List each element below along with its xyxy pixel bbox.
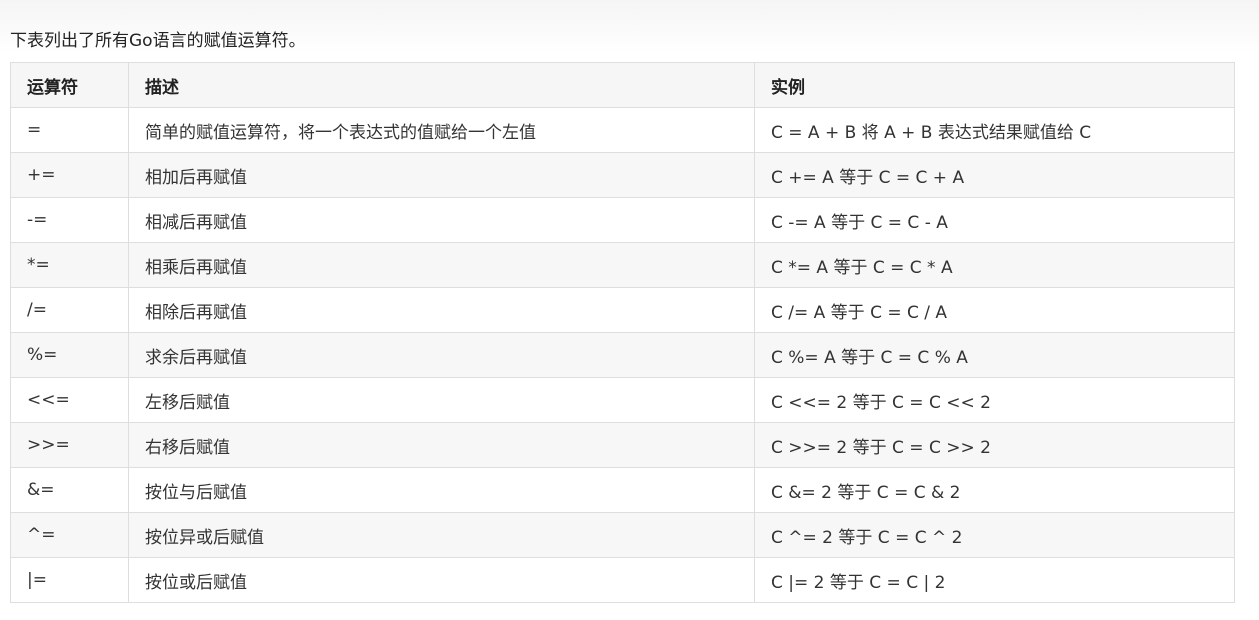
header-example: 实例: [754, 62, 1235, 108]
operator-cell: +=: [10, 152, 129, 198]
example-cell: C <<= 2 等于 C = C << 2: [754, 377, 1235, 423]
table-row: = 简单的赋值运算符，将一个表达式的值赋给一个左值 C = A + B 将 A …: [10, 107, 1235, 153]
operator-cell: *=: [10, 242, 129, 288]
description-cell: 相减后再赋值: [128, 197, 755, 243]
header-description: 描述: [128, 62, 755, 108]
example-cell: C ^= 2 等于 C = C ^ 2: [754, 512, 1235, 558]
table-row: += 相加后再赋值 C += A 等于 C = C + A: [10, 152, 1235, 198]
description-cell: 右移后赋值: [128, 422, 755, 468]
example-cell: C = A + B 将 A + B 表达式结果赋值给 C: [754, 107, 1235, 153]
operator-cell: &=: [10, 467, 129, 513]
table-row: &= 按位与后赋值 C &= 2 等于 C = C & 2: [10, 467, 1235, 513]
assignment-operators-table-container: 运算符 描述 实例 = 简单的赋值运算符，将一个表达式的值赋给一个左值 C = …: [10, 62, 1235, 603]
table-row: <<= 左移后赋值 C <<= 2 等于 C = C << 2: [10, 377, 1235, 423]
example-cell: C -= A 等于 C = C - A: [754, 197, 1235, 243]
example-cell: C >>= 2 等于 C = C >> 2: [754, 422, 1235, 468]
table-row: -= 相减后再赋值 C -= A 等于 C = C - A: [10, 197, 1235, 243]
description-cell: 相乘后再赋值: [128, 242, 755, 288]
description-cell: 求余后再赋值: [128, 332, 755, 378]
operator-cell: <<=: [10, 377, 129, 423]
example-cell: C %= A 等于 C = C % A: [754, 332, 1235, 378]
description-cell: 按位异或后赋值: [128, 512, 755, 558]
table-row: >>= 右移后赋值 C >>= 2 等于 C = C >> 2: [10, 422, 1235, 468]
example-cell: C &= 2 等于 C = C & 2: [754, 467, 1235, 513]
table-row: ^= 按位异或后赋值 C ^= 2 等于 C = C ^ 2: [10, 512, 1235, 558]
description-cell: 相加后再赋值: [128, 152, 755, 198]
assignment-operators-table: 运算符 描述 实例 = 简单的赋值运算符，将一个表达式的值赋给一个左值 C = …: [10, 62, 1235, 603]
operator-cell: >>=: [10, 422, 129, 468]
description-cell: 按位与后赋值: [128, 467, 755, 513]
operator-cell: /=: [10, 287, 129, 333]
operator-cell: -=: [10, 197, 129, 243]
table-row: /= 相除后再赋值 C /= A 等于 C = C / A: [10, 287, 1235, 333]
intro-text: 下表列出了所有Go语言的赋值运算符。: [10, 31, 306, 51]
operator-cell: %=: [10, 332, 129, 378]
operator-cell: |=: [10, 557, 129, 603]
table-row: |= 按位或后赋值 C |= 2 等于 C = C | 2: [10, 557, 1235, 603]
description-cell: 相除后再赋值: [128, 287, 755, 333]
example-cell: C *= A 等于 C = C * A: [754, 242, 1235, 288]
example-cell: C |= 2 等于 C = C | 2: [754, 557, 1235, 603]
description-cell: 左移后赋值: [128, 377, 755, 423]
table-header-row: 运算符 描述 实例: [10, 62, 1235, 108]
example-cell: C += A 等于 C = C + A: [754, 152, 1235, 198]
table-row: *= 相乘后再赋值 C *= A 等于 C = C * A: [10, 242, 1235, 288]
description-cell: 按位或后赋值: [128, 557, 755, 603]
operator-cell: ^=: [10, 512, 129, 558]
table-row: %= 求余后再赋值 C %= A 等于 C = C % A: [10, 332, 1235, 378]
example-cell: C /= A 等于 C = C / A: [754, 287, 1235, 333]
description-cell: 简单的赋值运算符，将一个表达式的值赋给一个左值: [128, 107, 755, 153]
header-operator: 运算符: [10, 62, 129, 108]
operator-cell: =: [10, 107, 129, 153]
